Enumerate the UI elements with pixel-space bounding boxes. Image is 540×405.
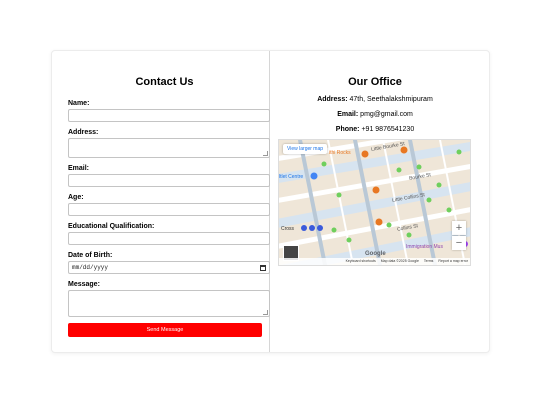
name-input[interactable] <box>68 109 270 122</box>
office-phone: Phone: +91 9876541230 <box>335 126 415 133</box>
name-label: Name: <box>68 100 90 107</box>
zoom-in-button[interactable]: + <box>452 221 466 235</box>
resize-grip-icon[interactable] <box>263 151 268 156</box>
office-address: Address: 47th, Seethalakshmipuram <box>317 96 433 103</box>
address-textarea[interactable] <box>68 138 270 158</box>
contact-form: Name: Address: Email: Age: Educational Q… <box>68 99 270 337</box>
send-message-button[interactable]: Send Message <box>68 323 262 337</box>
resize-grip-icon[interactable] <box>263 310 268 315</box>
age-label: Age: <box>68 194 84 201</box>
email-input[interactable] <box>68 174 270 187</box>
office-email: Email: pmg@gmail.com <box>337 111 413 118</box>
dob-input[interactable]: mm/dd/yyyy <box>68 261 270 274</box>
google-logo: Google <box>365 251 386 257</box>
message-textarea[interactable] <box>68 290 270 317</box>
map-embed[interactable]: View larger map ithi Rocks Little Bourke… <box>278 139 471 266</box>
calendar-icon[interactable] <box>260 265 266 271</box>
contact-form-section: Contact Us Name: Address: Email: Age: Ed… <box>52 51 270 352</box>
keyboard-shortcuts-link[interactable]: Keyboard shortcuts <box>346 259 376 263</box>
message-label: Message: <box>68 281 100 288</box>
map-footer: Keyboard shortcuts Map data ©2025 Google… <box>279 258 470 265</box>
office-section: Our Office Address: 47th, Seethalakshmip… <box>270 51 489 352</box>
age-input[interactable] <box>68 203 270 216</box>
office-info: Address: 47th, Seethalakshmipuram Email:… <box>278 95 472 140</box>
office-title: Our Office <box>348 76 402 88</box>
map-label-poi: ltlet Centre <box>279 174 304 180</box>
report-map-error-link[interactable]: Report a map error <box>438 259 468 263</box>
map-label-poi: Cross <box>281 226 295 232</box>
map-data-text: Map data ©2025 Google <box>380 259 419 263</box>
contact-card: Contact Us Name: Address: Email: Age: Ed… <box>51 50 490 353</box>
contact-title: Contact Us <box>135 76 194 88</box>
education-label: Educational Qualification: <box>68 223 155 230</box>
address-label: Address: <box>68 129 99 136</box>
terms-link[interactable]: Terms <box>424 259 434 263</box>
email-label: Email: <box>68 165 90 172</box>
dob-placeholder: mm/dd/yyyy <box>72 264 109 271</box>
map-label-poi: Immigration Mus <box>406 244 443 250</box>
zoom-out-button[interactable]: − <box>452 236 466 250</box>
education-input[interactable] <box>68 232 270 245</box>
map-label-poi: ithi Rocks <box>329 150 351 156</box>
dob-label: Date of Birth: <box>68 252 113 259</box>
view-larger-map-link[interactable]: View larger map <box>283 144 328 154</box>
